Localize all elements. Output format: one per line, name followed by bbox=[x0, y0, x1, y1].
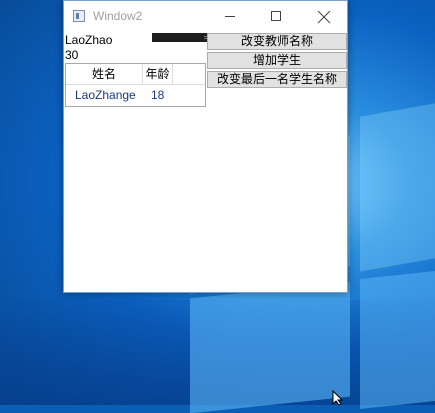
add-student-button[interactable]: 增加学生 bbox=[207, 52, 347, 69]
mouse-pointer-icon bbox=[332, 390, 344, 405]
wallpaper-pane bbox=[190, 281, 350, 413]
wallpaper-pane bbox=[360, 103, 435, 272]
table-row[interactable]: LaoZhange 18 bbox=[66, 85, 205, 105]
title-bar[interactable]: Window2 bbox=[64, 1, 347, 32]
teacher-name-label: LaoZhao bbox=[65, 33, 113, 47]
column-header-age[interactable]: 年龄 bbox=[143, 64, 173, 84]
maximize-icon bbox=[271, 11, 281, 21]
wallpaper-pane bbox=[360, 271, 435, 409]
maximize-button[interactable] bbox=[253, 1, 299, 32]
teacher-age-label: 30 bbox=[65, 48, 79, 62]
close-icon bbox=[317, 10, 331, 24]
close-button[interactable] bbox=[301, 1, 347, 32]
change-teacher-name-button[interactable]: 改变教师名称 bbox=[207, 33, 347, 50]
window-title: Window2 bbox=[93, 9, 143, 23]
column-header-name[interactable]: 姓名 bbox=[66, 64, 143, 84]
minimize-icon bbox=[225, 16, 235, 17]
students-datagrid[interactable]: 姓名 年龄 LaoZhange 18 bbox=[65, 63, 206, 107]
app-window-icon bbox=[73, 10, 85, 22]
minimize-button[interactable] bbox=[207, 1, 253, 32]
window-content: LaoZhao 30 改变教师名称 增加学生 改变最后一名学生名称 姓名 年龄 … bbox=[64, 32, 347, 292]
cell-student-name[interactable]: LaoZhange bbox=[75, 85, 136, 105]
change-last-student-name-button[interactable]: 改变最后一名学生名称 bbox=[207, 71, 347, 88]
datagrid-header: 姓名 年龄 bbox=[66, 64, 205, 85]
app-window: Window2 LaoZhao 30 改变教师名称 增加学生 改变最后一名学生名… bbox=[63, 0, 348, 293]
cell-student-age[interactable]: 18 bbox=[151, 85, 164, 105]
